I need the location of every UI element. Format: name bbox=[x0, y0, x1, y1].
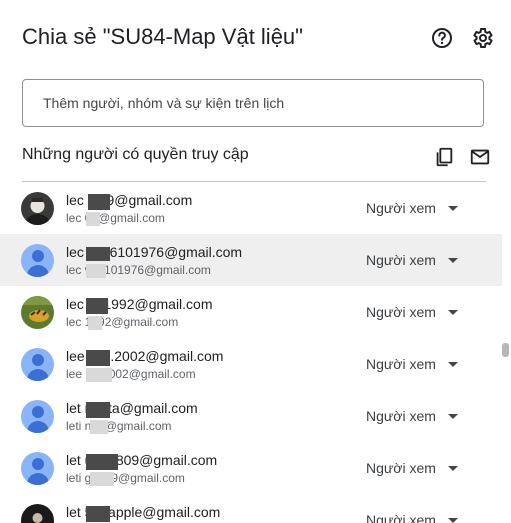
person-email: leti g0809@gmail.com bbox=[66, 471, 185, 485]
access-section-title: Những người có quyền truy cập bbox=[22, 146, 249, 163]
person-email: lec 09@gmail.com bbox=[66, 211, 165, 225]
redaction-mark bbox=[88, 316, 102, 330]
list-item[interactable]: lee linh.2002@gmail.com lee nh.2002@gmai… bbox=[0, 338, 502, 390]
redaction-mark bbox=[86, 368, 112, 382]
caret-down-icon[interactable] bbox=[448, 414, 458, 419]
add-people-input[interactable] bbox=[22, 79, 484, 127]
caret-down-icon[interactable] bbox=[448, 310, 458, 315]
list-item[interactable]: lec vy16101976@gmail.com lec v16101976@g… bbox=[0, 234, 502, 286]
share-dialog: Chia sẻ "SU84-Map Vật liệu" Những người … bbox=[0, 0, 511, 523]
role-dropdown[interactable]: Người xem bbox=[366, 408, 436, 424]
redaction-mark bbox=[90, 420, 108, 434]
gear-icon[interactable] bbox=[470, 26, 494, 50]
avatar bbox=[21, 244, 54, 277]
avatar bbox=[21, 296, 54, 329]
redaction-mark bbox=[86, 247, 110, 261]
help-circle-icon[interactable] bbox=[430, 26, 454, 50]
redaction-mark bbox=[86, 264, 106, 278]
list-item[interactable]: lec l809@gmail.com lec 09@gmail.com Ngườ… bbox=[0, 182, 502, 234]
avatar bbox=[21, 452, 54, 485]
copy-icon[interactable] bbox=[433, 146, 455, 168]
person-email: leti ntta@gmail.com bbox=[66, 419, 172, 433]
redaction-mark bbox=[88, 194, 110, 210]
scrollbar-thumb[interactable] bbox=[502, 343, 509, 357]
people-list: lec l809@gmail.com lec 09@gmail.com Ngườ… bbox=[0, 182, 502, 523]
caret-down-icon[interactable] bbox=[448, 466, 458, 471]
role-dropdown[interactable]: Người xem bbox=[366, 252, 436, 268]
list-item[interactable]: lec un1992@gmail.com lec 1992@gmail.com … bbox=[0, 286, 502, 338]
dialog-title: Chia sẻ "SU84-Map Vật liệu" bbox=[22, 24, 303, 49]
caret-down-icon[interactable] bbox=[448, 258, 458, 263]
role-dropdown[interactable]: Người xem bbox=[366, 460, 436, 476]
person-name: lec l809@gmail.com bbox=[66, 192, 193, 208]
list-item[interactable]: let n.ntta@gmail.com leti ntta@gmail.com… bbox=[0, 390, 502, 442]
role-dropdown[interactable]: Người xem bbox=[366, 356, 436, 372]
avatar bbox=[21, 192, 54, 225]
avatar bbox=[21, 348, 54, 381]
redaction-mark bbox=[86, 212, 100, 226]
caret-down-icon[interactable] bbox=[448, 362, 458, 367]
role-dropdown[interactable]: Người xem bbox=[366, 304, 436, 320]
mail-icon[interactable] bbox=[469, 146, 491, 168]
redaction-mark bbox=[86, 298, 108, 314]
person-email: lec 1992@gmail.com bbox=[66, 315, 179, 329]
redaction-mark bbox=[90, 472, 114, 486]
avatar bbox=[21, 504, 54, 523]
redaction-mark bbox=[86, 402, 110, 418]
role-dropdown[interactable]: Người xem bbox=[366, 200, 436, 216]
avatar bbox=[21, 400, 54, 433]
caret-down-icon[interactable] bbox=[448, 206, 458, 211]
list-item[interactable]: let 590apple@gmail.com Người xem bbox=[0, 494, 502, 523]
redaction-mark bbox=[86, 350, 110, 366]
caret-down-icon[interactable] bbox=[448, 518, 458, 523]
redaction-mark bbox=[86, 454, 118, 470]
list-item[interactable]: let ung0809@gmail.com leti g0809@gmail.c… bbox=[0, 442, 502, 494]
redaction-mark bbox=[86, 506, 110, 522]
role-dropdown[interactable]: Người xem bbox=[366, 512, 436, 523]
